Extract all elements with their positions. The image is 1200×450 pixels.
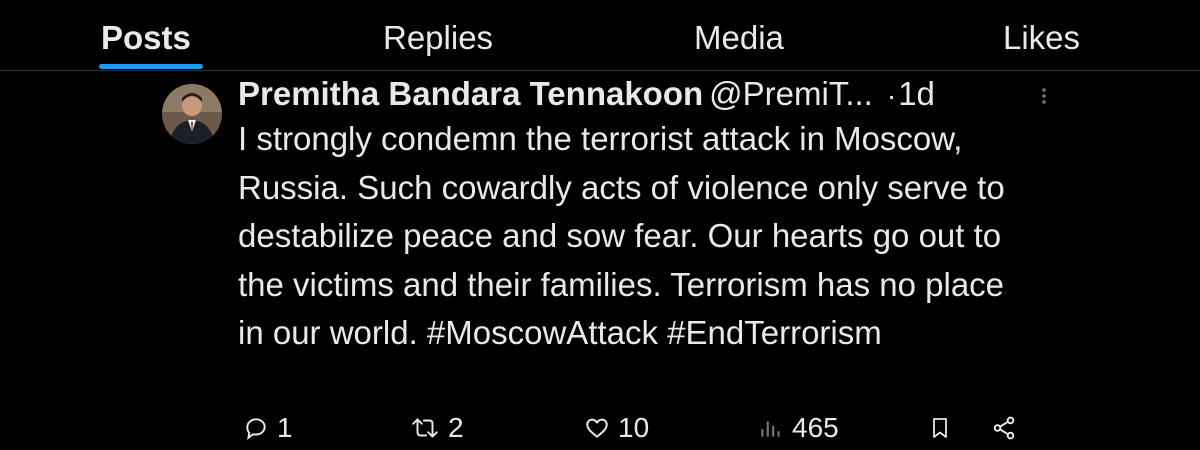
- bookmark-icon: [928, 415, 952, 441]
- repost-icon: [410, 415, 440, 441]
- share-icon: [990, 415, 1018, 441]
- repost-button[interactable]: 2: [410, 408, 464, 448]
- post-text: I strongly condemn the terrorist attack …: [238, 115, 1038, 358]
- author-name[interactable]: Premitha Bandara Tennakoon: [238, 75, 703, 112]
- share-button[interactable]: [990, 408, 1018, 448]
- like-button[interactable]: 10: [584, 408, 649, 448]
- author-handle[interactable]: @PremiT...: [709, 75, 873, 112]
- views-count: 465: [792, 412, 839, 443]
- views-icon: [758, 415, 784, 441]
- like-icon: [584, 415, 610, 441]
- post-header: Premitha Bandara Tennakoon @PremiT... ·1d: [238, 74, 935, 114]
- tab-media[interactable]: Media: [694, 18, 784, 58]
- separator-dot: ·: [886, 80, 897, 111]
- tab-replies[interactable]: Replies: [383, 18, 493, 58]
- reply-icon: [243, 415, 269, 441]
- reply-count: 1: [277, 412, 293, 443]
- repost-count: 2: [448, 412, 464, 443]
- like-count: 10: [618, 412, 650, 443]
- tab-posts[interactable]: Posts: [101, 18, 191, 58]
- post-hashtags[interactable]: #MoscowAttack #EndTerrorism: [427, 314, 882, 351]
- post-actions: 1 2 10 465: [0, 408, 1200, 448]
- avatar[interactable]: [162, 84, 222, 144]
- active-tab-indicator: [99, 64, 203, 69]
- bookmark-button[interactable]: [928, 408, 952, 448]
- views-button[interactable]: 465: [758, 408, 839, 448]
- profile-tabs: Posts Replies Media Likes: [0, 0, 1200, 71]
- more-icon[interactable]: [1036, 86, 1052, 106]
- reply-button[interactable]: 1: [243, 408, 293, 448]
- tab-likes[interactable]: Likes: [1003, 18, 1080, 58]
- post-time[interactable]: 1d: [898, 75, 935, 112]
